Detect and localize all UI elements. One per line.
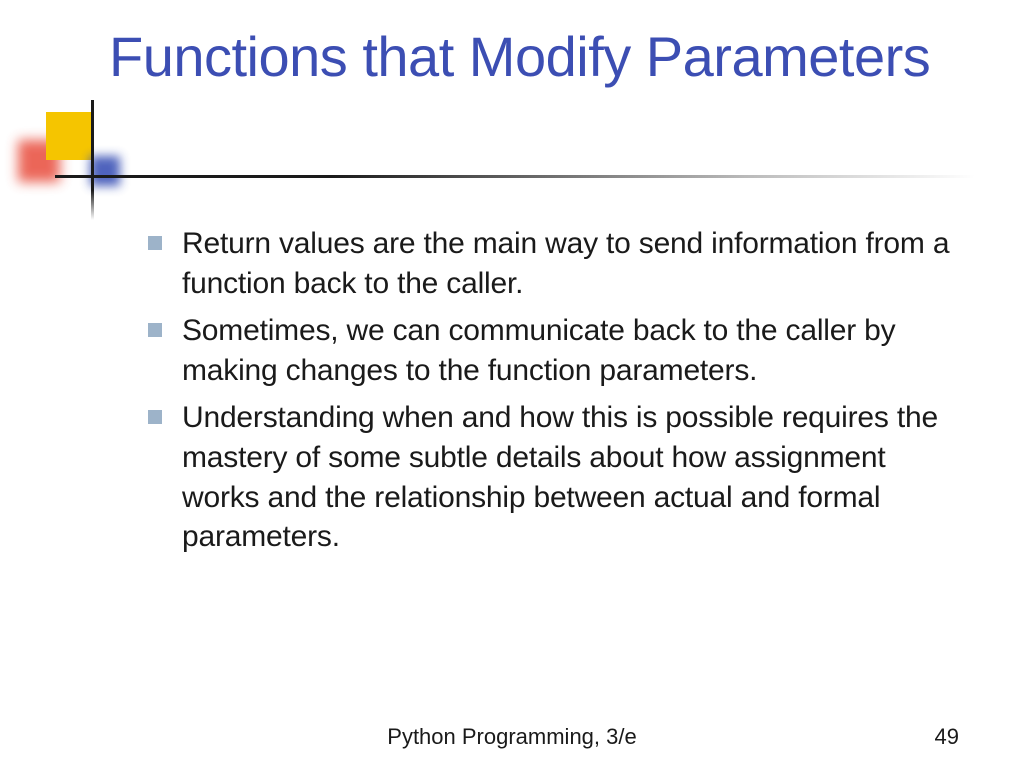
bullet-item: Understanding when and how this is possi… <box>148 398 968 556</box>
slide-content: Return values are the main way to send i… <box>148 224 968 565</box>
yellow-accent-square <box>46 112 94 160</box>
vertical-divider <box>91 100 94 220</box>
bullet-item: Sometimes, we can communicate back to th… <box>148 311 968 390</box>
bullet-text: Understanding when and how this is possi… <box>182 398 968 556</box>
footer-text: Python Programming, 3/e <box>387 724 636 750</box>
slide-title: Functions that Modify Parameters <box>109 22 930 92</box>
blue-accent-square <box>90 156 120 186</box>
bullet-text: Sometimes, we can communicate back to th… <box>182 311 968 390</box>
bullet-marker-icon <box>148 236 162 250</box>
horizontal-divider <box>55 175 975 178</box>
slide-decoration <box>38 112 158 212</box>
bullet-text: Return values are the main way to send i… <box>182 224 968 303</box>
bullet-marker-icon <box>148 410 162 424</box>
bullet-marker-icon <box>148 323 162 337</box>
page-number: 49 <box>935 724 959 750</box>
slide-footer: Python Programming, 3/e <box>0 724 1024 750</box>
bullet-item: Return values are the main way to send i… <box>148 224 968 303</box>
